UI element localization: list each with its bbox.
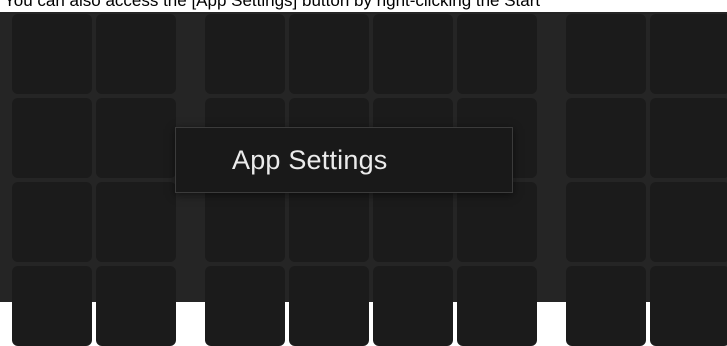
pad-r2-c1[interactable] — [12, 98, 92, 178]
pad-r1-c8[interactable] — [650, 14, 727, 94]
pad-r4-c1[interactable] — [12, 266, 92, 346]
pad-r1-c4[interactable] — [289, 14, 369, 94]
pad-r3-c8[interactable] — [650, 182, 727, 262]
pad-r1-c2[interactable] — [96, 14, 176, 94]
pad-r4-c4[interactable] — [289, 266, 369, 346]
pad-r4-c6[interactable] — [457, 266, 537, 346]
pad-r3-c6[interactable] — [457, 182, 537, 262]
pad-r2-c8[interactable] — [650, 98, 727, 178]
context-menu: App Settings — [175, 127, 513, 193]
app-settings-menu-item[interactable]: App Settings — [176, 128, 512, 192]
pad-r4-c5[interactable] — [373, 266, 453, 346]
app-settings-label: App Settings — [232, 144, 388, 175]
pad-r1-c1[interactable] — [12, 14, 92, 94]
instruction-caption: You can also access the [App Settings] b… — [4, 0, 541, 10]
pad-r4-c7[interactable] — [566, 266, 646, 346]
pad-r3-c5[interactable] — [373, 182, 453, 262]
pad-r1-c3[interactable] — [205, 14, 285, 94]
pad-r1-c7[interactable] — [566, 14, 646, 94]
pad-r2-c2[interactable] — [96, 98, 176, 178]
pad-r4-c3[interactable] — [205, 266, 285, 346]
pad-r1-c5[interactable] — [373, 14, 453, 94]
pad-r1-c6[interactable] — [457, 14, 537, 94]
pad-r3-c4[interactable] — [289, 182, 369, 262]
pad-r4-c8[interactable] — [650, 266, 727, 346]
pad-r2-c7[interactable] — [566, 98, 646, 178]
pad-r3-c3[interactable] — [205, 182, 285, 262]
pad-r3-c2[interactable] — [96, 182, 176, 262]
pad-r3-c7[interactable] — [566, 182, 646, 262]
pad-r3-c1[interactable] — [12, 182, 92, 262]
pad-r4-c2[interactable] — [96, 266, 176, 346]
